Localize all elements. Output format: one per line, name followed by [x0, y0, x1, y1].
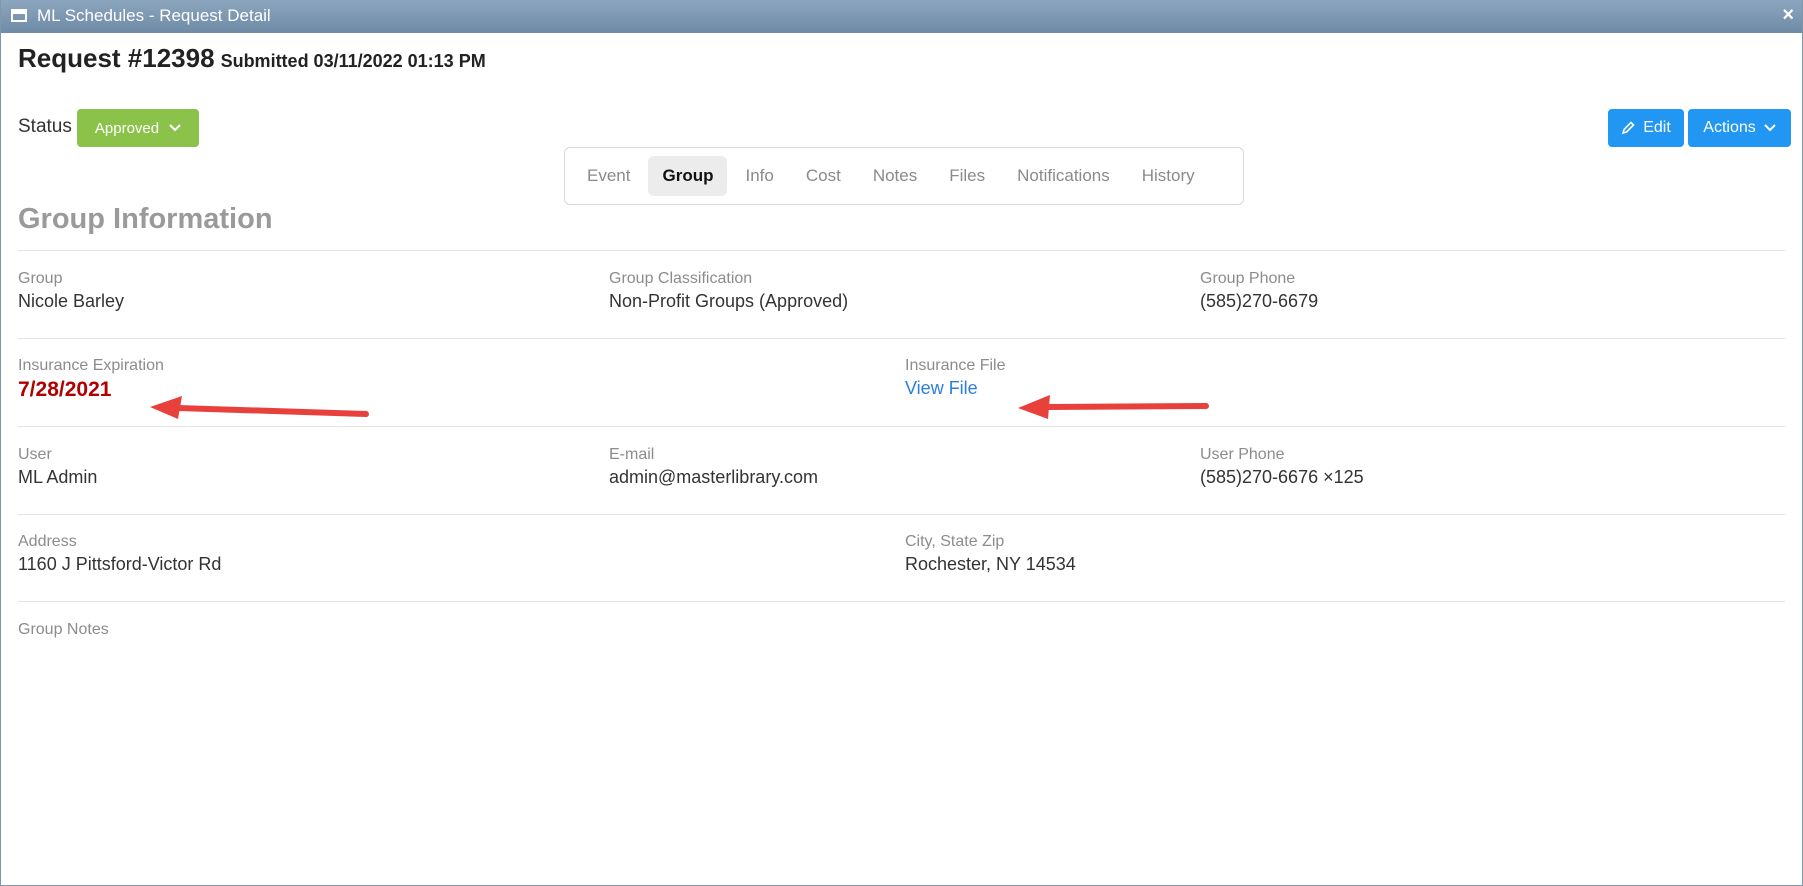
status-value: Approved [94, 119, 160, 137]
tab-notes[interactable]: Notes [859, 156, 931, 196]
tab-info[interactable]: Info [731, 156, 787, 196]
divider [18, 338, 1785, 339]
user-phone-label: User Phone [1200, 446, 1285, 463]
tab-history[interactable]: History [1128, 156, 1209, 196]
edit-button[interactable]: Edit [1608, 109, 1684, 147]
chevron-down-icon [169, 124, 181, 132]
status-label: Status [18, 116, 72, 137]
annotation-arrow-icon [1018, 395, 1209, 419]
request-header: Request #12398 Submitted 03/11/2022 01:13… [18, 43, 486, 74]
status-dropdown[interactable]: Approved [77, 109, 199, 147]
section-title: Group Information [18, 203, 273, 235]
group-value: Nicole Barley [18, 291, 125, 311]
email-value: admin@masterlibrary.com [609, 467, 818, 487]
title-bar: ML Schedules - Request Detail × [1, 0, 1802, 33]
window-title: ML Schedules - Request Detail [37, 6, 271, 25]
classification-label: Group Classification [609, 270, 753, 287]
content-area: Request #12398 Submitted 03/11/2022 01:13… [8, 33, 1795, 878]
tab-group[interactable]: Group [648, 156, 728, 196]
insurance-expiration-field: Insurance Expiration 7/28/2021 [18, 357, 164, 402]
window-icon [11, 9, 27, 22]
user-field: User ML Admin [18, 446, 97, 488]
group-phone-value: (585)270-6679 [1200, 291, 1319, 311]
submitted-date: Submitted 03/11/2022 01:13 PM [220, 51, 486, 71]
request-detail-window: ML Schedules - Request Detail × Request … [0, 0, 1803, 886]
group-field: Group Nicole Barley [18, 270, 124, 312]
classification-value: Non-Profit Groups (Approved) [609, 291, 849, 311]
tab-files[interactable]: Files [935, 156, 999, 196]
group-label: Group [18, 270, 63, 287]
city-state-zip-field: City, State Zip Rochester, NY 14534 [905, 533, 1076, 575]
divider [18, 514, 1785, 515]
actions-label: Actions [1703, 119, 1756, 136]
tab-cost[interactable]: Cost [792, 156, 855, 196]
group-phone-label: Group Phone [1200, 270, 1296, 287]
chevron-down-icon [1764, 124, 1776, 132]
annotation-arrow-icon [150, 396, 369, 419]
address-field: Address 1160 J Pittsford-Victor Rd [18, 533, 221, 575]
divider [18, 601, 1785, 602]
divider [18, 250, 1785, 251]
insurance-expiration-value: 7/28/2021 [18, 378, 112, 401]
view-file-link[interactable]: View File [905, 378, 1006, 399]
city-state-zip-label: City, State Zip [905, 533, 1005, 550]
address-value: 1160 J Pittsford-Victor Rd [18, 554, 222, 574]
insurance-file-label: Insurance File [905, 357, 1006, 374]
email-label: E-mail [609, 446, 655, 463]
email-field: E-mail admin@masterlibrary.com [609, 446, 818, 488]
tab-event[interactable]: Event [573, 156, 644, 196]
user-label: User [18, 446, 52, 463]
insurance-expiration-label: Insurance Expiration [18, 357, 164, 374]
tab-notifications[interactable]: Notifications [1003, 156, 1124, 196]
group-notes-label: Group Notes [18, 621, 109, 638]
classification-field: Group Classification Non-Profit Groups (… [609, 270, 848, 312]
actions-button[interactable]: Actions [1688, 109, 1791, 147]
edit-label: Edit [1643, 119, 1671, 136]
tab-bar: Event Group Info Cost Notes Files Notifi… [564, 147, 1244, 205]
address-label: Address [18, 533, 77, 550]
pencil-icon [1622, 121, 1635, 135]
group-notes-field: Group Notes [18, 621, 109, 639]
close-icon[interactable]: × [1782, 4, 1794, 27]
city-state-zip-value: Rochester, NY 14534 [905, 554, 1076, 574]
user-phone-field: User Phone (585)270-6676 ×125 [1200, 446, 1364, 488]
request-number: Request #12398 [18, 43, 215, 73]
user-phone-value: (585)270-6676 ×125 [1200, 467, 1364, 487]
user-value: ML Admin [18, 467, 98, 487]
insurance-file-field: Insurance File View File [905, 357, 1006, 399]
group-phone-field: Group Phone (585)270-6679 [1200, 270, 1318, 312]
divider [18, 426, 1785, 427]
